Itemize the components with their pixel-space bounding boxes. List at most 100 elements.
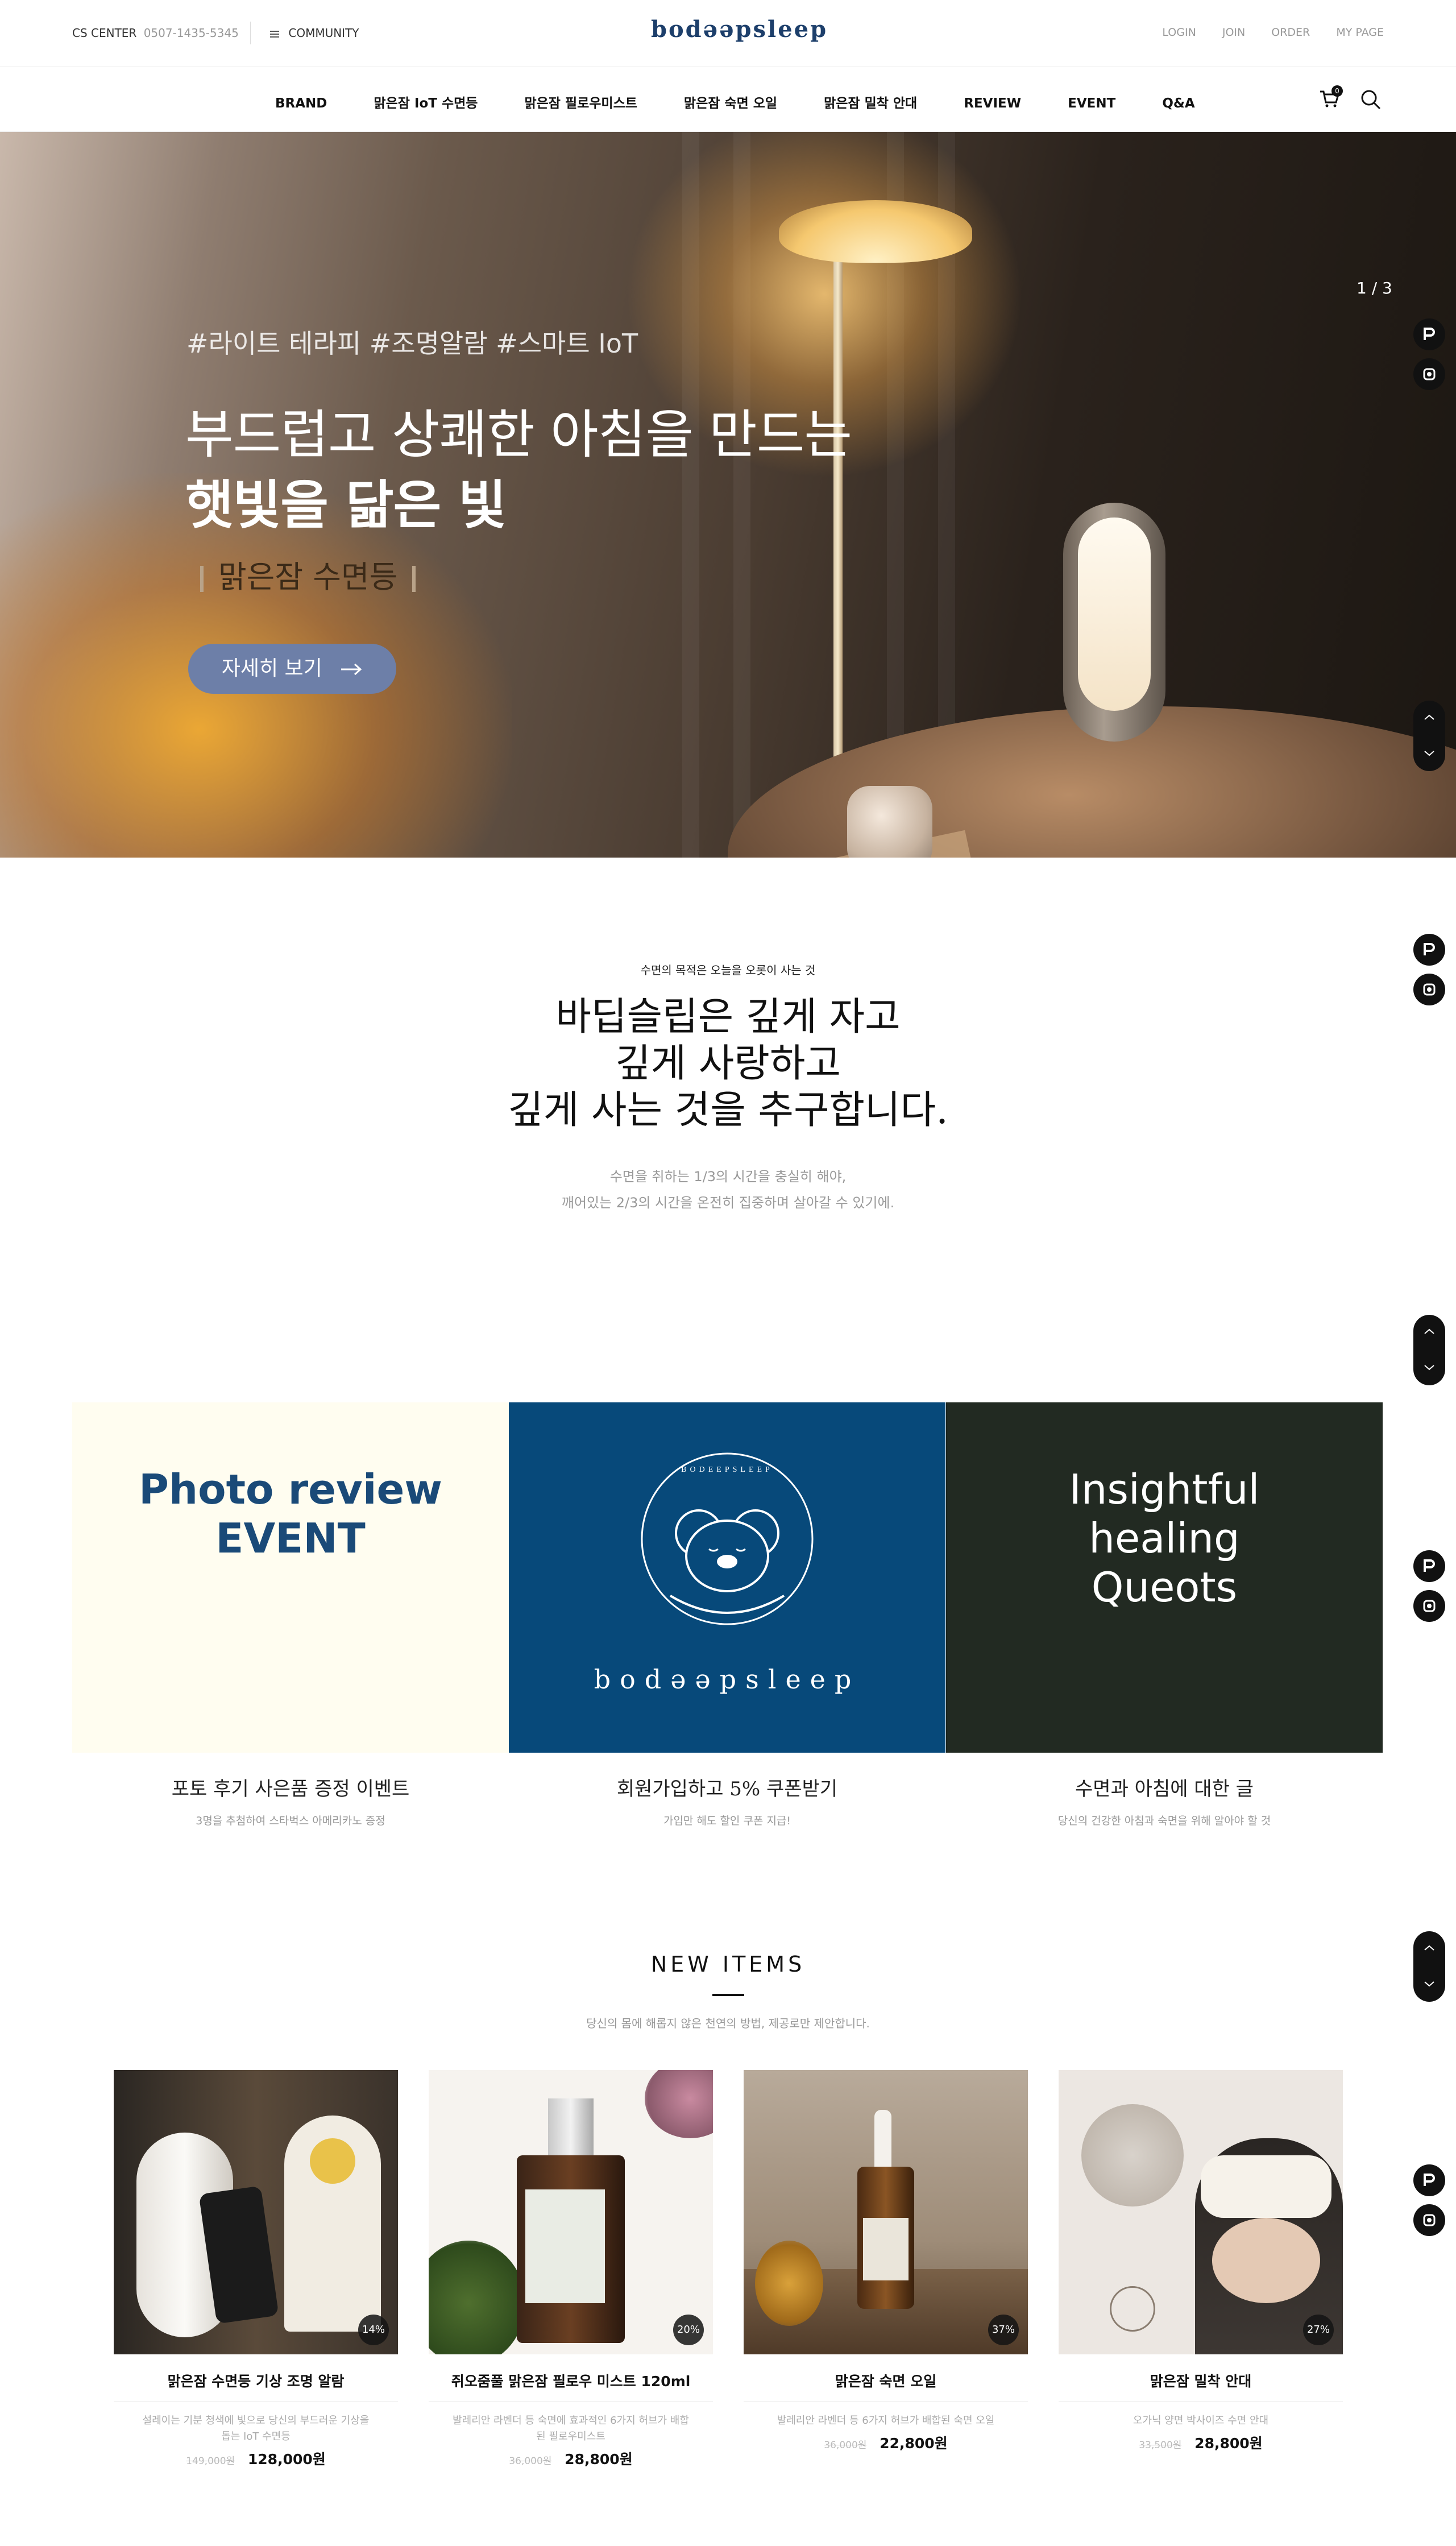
hero-product-label: 맑은잠 수면등: [218, 559, 398, 595]
search-icon: [1361, 90, 1381, 110]
pay-icon: [1424, 328, 1435, 340]
original-price: 36,000원: [824, 2440, 867, 2451]
product-image[interactable]: 37%: [744, 2070, 1028, 2354]
search-button[interactable]: [1360, 89, 1383, 111]
order-link[interactable]: ORDER: [1271, 26, 1310, 39]
headline-line: 깊게 사는 것을 추구합니다.: [508, 1088, 948, 1133]
scroll-control[interactable]: [1413, 1315, 1445, 1385]
product-price: 36,000원 22,800원: [744, 2432, 1028, 2453]
koala-emblem-icon: BODEEPSLEEP: [641, 1452, 814, 1625]
product-desc: 오가닉 양면 박사이즈 수면 안대: [1133, 2415, 1269, 2427]
nav-item-qna[interactable]: Q&A: [1162, 96, 1194, 111]
cart-button[interactable]: 0: [1319, 85, 1343, 109]
philosophy-sub: 수면을 취하는 1/3의 시간을 충실히 해야, 깨어있는 2/3의 시간을 온…: [0, 1164, 1456, 1216]
bubble-candle: [847, 786, 932, 858]
hero-detail-button[interactable]: 자세히 보기: [188, 644, 396, 694]
naver-pay-button[interactable]: [1413, 1550, 1445, 1582]
sleep-light-device: [1063, 503, 1165, 742]
hero-tags: #라이트 테라피 #조명알람 #스마트 IoT: [186, 328, 638, 359]
product-name[interactable]: 맑은잠 밀착 안대: [1059, 2370, 1343, 2402]
product-card[interactable]: 27% 맑은잠 밀착 안대 오가닉 양면 박사이즈 수면 안대 33,500원 …: [1059, 2070, 1343, 2453]
nav-item-eye-mask[interactable]: 맑은잠 밀착 안대: [824, 92, 917, 111]
chevron-down-icon: [1424, 1365, 1434, 1371]
new-items-sub: 당신의 몸에 해롭지 않은 천연의 방법, 제공로만 제안합니다.: [586, 2017, 870, 2030]
nav-item-event[interactable]: EVENT: [1068, 96, 1115, 111]
instagram-button[interactable]: [1413, 358, 1445, 390]
cs-center: CS CENTER 0507-1435-5345: [72, 26, 239, 40]
chevron-up-icon: [1424, 1328, 1434, 1334]
banner-caption[interactable]: 회원가입하고 5% 쿠폰받기 가입만 해도 할인 쿠폰 지급!: [509, 1773, 945, 1828]
discount-badge: 27%: [1303, 2315, 1334, 2345]
user-utils: LOGIN JOIN ORDER MY PAGE: [1139, 26, 1384, 39]
community-link[interactable]: COMMUNITY: [270, 26, 359, 40]
nav-item-iot-light[interactable]: 맑은잠 IoT 수면등: [374, 92, 478, 111]
sub-line: 깨어있는 2/3의 시간을 온전히 집중하며 살아갈 수 있기에.: [561, 1195, 895, 1211]
product-name[interactable]: 맑은잠 숙면 오일: [744, 2370, 1028, 2402]
banner-quotes[interactable]: Insightful healing Queots: [946, 1402, 1383, 1753]
community-label: COMMUNITY: [288, 26, 359, 40]
banner-title-line: healing: [1089, 1514, 1240, 1562]
cs-phone[interactable]: 0507-1435-5345: [144, 26, 239, 40]
hero-slider[interactable]: #라이트 테라피 #조명알람 #스마트 IoT 부드럽고 상쾌한 아침을 만드는…: [0, 132, 1456, 858]
sale-price: 28,800원: [565, 2451, 633, 2468]
divider: [250, 22, 251, 44]
menu-icon: [270, 29, 279, 39]
philosophy-eyebrow: 수면의 목적은 오늘을 오롯이 사는 것: [640, 963, 816, 977]
instagram-icon: [1423, 2214, 1436, 2226]
product-price: 36,000원 28,800원: [429, 2448, 713, 2469]
chevron-down-icon: [1424, 1981, 1434, 1987]
caption-sub: 3명을 추첨하여 스타벅스 아메리카노 증정: [196, 1815, 385, 1827]
banner-photo-review[interactable]: Photo review EVENT: [72, 1402, 509, 1753]
product-image[interactable]: 27%: [1059, 2070, 1343, 2354]
product-card[interactable]: 20% 쥐오줌풀 맑은잠 필로우 미스트 120ml 발레리안 라벤더 등 숙면…: [429, 2070, 713, 2469]
product-name[interactable]: 쥐오줌풀 맑은잠 필로우 미스트 120ml: [429, 2370, 713, 2402]
caption-title: 회원가입하고 5% 쿠폰받기: [616, 1778, 838, 1800]
banner-title: Insightful healing Queots: [946, 1465, 1383, 1612]
nav-item-brand[interactable]: BRAND: [275, 96, 327, 111]
instagram-button[interactable]: [1413, 1590, 1445, 1622]
product-desc: 발레리안 라벤더 등 6가지 허브가 배합된 숙면 오일: [777, 2415, 995, 2427]
product-card[interactable]: 37% 맑은잠 숙면 오일 발레리안 라벤더 등 6가지 허브가 배합된 숙면 …: [744, 2070, 1028, 2453]
naver-pay-button[interactable]: [1413, 318, 1445, 350]
scroll-control[interactable]: [1413, 701, 1445, 771]
banner-caption[interactable]: 수면과 아침에 대한 글 당신의 건강한 아침과 숙면을 위해 알아야 할 것: [946, 1773, 1383, 1828]
product-image[interactable]: 14%: [114, 2070, 398, 2354]
discount-badge: 14%: [358, 2315, 389, 2345]
banner-signup-coupon[interactable]: BODEEPSLEEP bodəəpsleep: [509, 1402, 945, 1753]
product-desc: 설레이는 기분 청색에 빛으로 당신의 부드러운 기상을 돕는 IoT 수면등: [142, 2415, 370, 2442]
banner-title-line: EVENT: [215, 1514, 366, 1562]
caption-title: 포토 후기 사은품 증정 이벤트: [171, 1778, 410, 1800]
floating-social: [1413, 1550, 1445, 1630]
product-name[interactable]: 맑은잠 수면등 기상 조명 알람: [114, 2370, 398, 2402]
product-card[interactable]: 14% 맑은잠 수면등 기상 조명 알람 설레이는 기분 청색에 빛으로 당신의…: [114, 2070, 398, 2469]
product-image[interactable]: 20%: [429, 2070, 713, 2354]
chevron-down-icon: [1424, 751, 1434, 756]
sub-line: 수면을 취하는 1/3의 시간을 충실히 해야,: [609, 1169, 847, 1185]
title-underline: [712, 1994, 744, 1996]
caption-sub: 가입만 해도 할인 쿠폰 지급!: [663, 1815, 791, 1827]
brand-logo[interactable]: bodəəpsleep: [651, 16, 828, 43]
chevron-up-icon: [1424, 714, 1434, 720]
sale-price: 128,000원: [247, 2451, 326, 2468]
floor-lamp-shade: [779, 200, 972, 263]
banner-title-line: Queots: [1091, 1563, 1238, 1611]
headline-line: 깊게 사랑하고: [615, 1041, 841, 1086]
nav-item-pillow-mist[interactable]: 맑은잠 필로우미스트: [524, 92, 637, 111]
nav-item-sleep-oil[interactable]: 맑은잠 숙면 오일: [684, 92, 777, 111]
cs-label: CS CENTER: [72, 26, 137, 40]
sale-price: 28,800원: [1194, 2435, 1263, 2452]
banner-caption[interactable]: 포토 후기 사은품 증정 이벤트 3명을 추첨하여 스타벅스 아메리카노 증정: [72, 1773, 509, 1828]
caption-title: 수면과 아침에 대한 글: [1075, 1778, 1254, 1800]
philosophy-headline: 바딥슬립은 깊게 자고 깊게 사랑하고 깊게 사는 것을 추구합니다.: [0, 994, 1456, 1134]
hero-detail-label: 자세히 보기: [221, 657, 322, 680]
banner-title: Photo review EVENT: [72, 1465, 509, 1563]
banner-brand: bodəəpsleep: [594, 1664, 861, 1695]
mypage-link[interactable]: MY PAGE: [1336, 26, 1384, 39]
hero-product-name: 맑은잠 수면등: [185, 552, 430, 597]
cart-count-badge: 0: [1331, 85, 1343, 97]
login-link[interactable]: LOGIN: [1162, 26, 1196, 39]
naver-pay-button[interactable]: [1413, 2164, 1445, 2196]
nav-item-review[interactable]: REVIEW: [964, 96, 1021, 111]
instagram-button[interactable]: [1413, 2204, 1445, 2236]
join-link[interactable]: JOIN: [1222, 26, 1245, 39]
